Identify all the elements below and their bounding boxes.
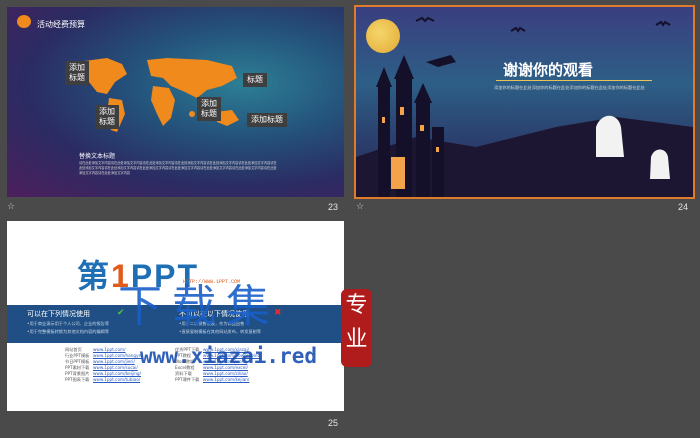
map-label: 添加 标题 <box>95 105 119 129</box>
halloween-scene <box>356 16 693 197</box>
slide-title: 活动经费预算 <box>37 20 85 29</box>
link[interactable]: www.1ppt.com/tubiao/ <box>93 377 143 383</box>
link-list-labels: 网站首页 行业PPT模板 节日PPT模板 PPT素材下载 PPT背景图片 PPT… <box>65 347 89 383</box>
link[interactable]: www.1ppt.com/kejian/ <box>203 377 261 383</box>
slide-thumbnail-24[interactable]: 谢谢你的观看 添加你的标题在此处添加你的标题在此处添加你的标题在此处添加你的标题… <box>354 5 695 199</box>
slide-thumbnail-23[interactable]: 活动经费预算 添加 标题 添加 标题 添加 标题 标题 添加标题 替换文本标题 … <box>7 7 344 197</box>
map-label: 标题 <box>243 73 267 87</box>
map-label: 添加标题 <box>247 113 287 127</box>
pumpkin-icon <box>17 15 31 28</box>
animation-star-icon[interactable]: ☆ <box>7 202 15 212</box>
watermark-url: www.xiazai.red <box>140 344 318 368</box>
slide-subtitle: 替换文本标题 <box>79 153 116 160</box>
moon-icon <box>366 19 400 53</box>
watermark-seal: 专业 <box>341 289 372 367</box>
allowed-heading: 可以在下列情况使用 <box>27 310 90 318</box>
divider <box>496 80 652 81</box>
slide-paragraph: 请在此处添加文字内容请在此处添加文字内容请在此处添加文字内容请在此处添加文字内容… <box>79 161 277 175</box>
slide-title: 谢谢你的观看 <box>503 61 594 79</box>
list-item: PPT图表下载 <box>65 377 90 382</box>
allowed-line: •用于完整模板转换为其他文档内容的编辑等 <box>27 329 110 334</box>
slide-number: 24 <box>678 202 689 212</box>
map-label: 添加 标题 <box>197 97 221 121</box>
watermark-text: 下载集 <box>118 281 280 332</box>
slide-number: 23 <box>328 202 339 212</box>
map-label: 添加 标题 <box>65 61 89 85</box>
logo-prefix: 第 <box>77 258 112 294</box>
link-list-urls: www.1ppt.com/ www.1ppt.com/hangye/ www.1… <box>93 347 143 383</box>
allowed-line: •用于商业演示用于个人公司、企业的报告等 <box>27 321 110 326</box>
seal-text: 专业 <box>345 293 368 352</box>
list-item: PPT课件下载 <box>175 377 200 382</box>
animation-star-icon[interactable]: ☆ <box>356 202 364 212</box>
slide-number: 25 <box>328 418 339 428</box>
slide-subtitle: 添加你的标题在此处添加你的标题在此处添加你的标题在此处添加你的标题在此处 <box>494 85 645 90</box>
